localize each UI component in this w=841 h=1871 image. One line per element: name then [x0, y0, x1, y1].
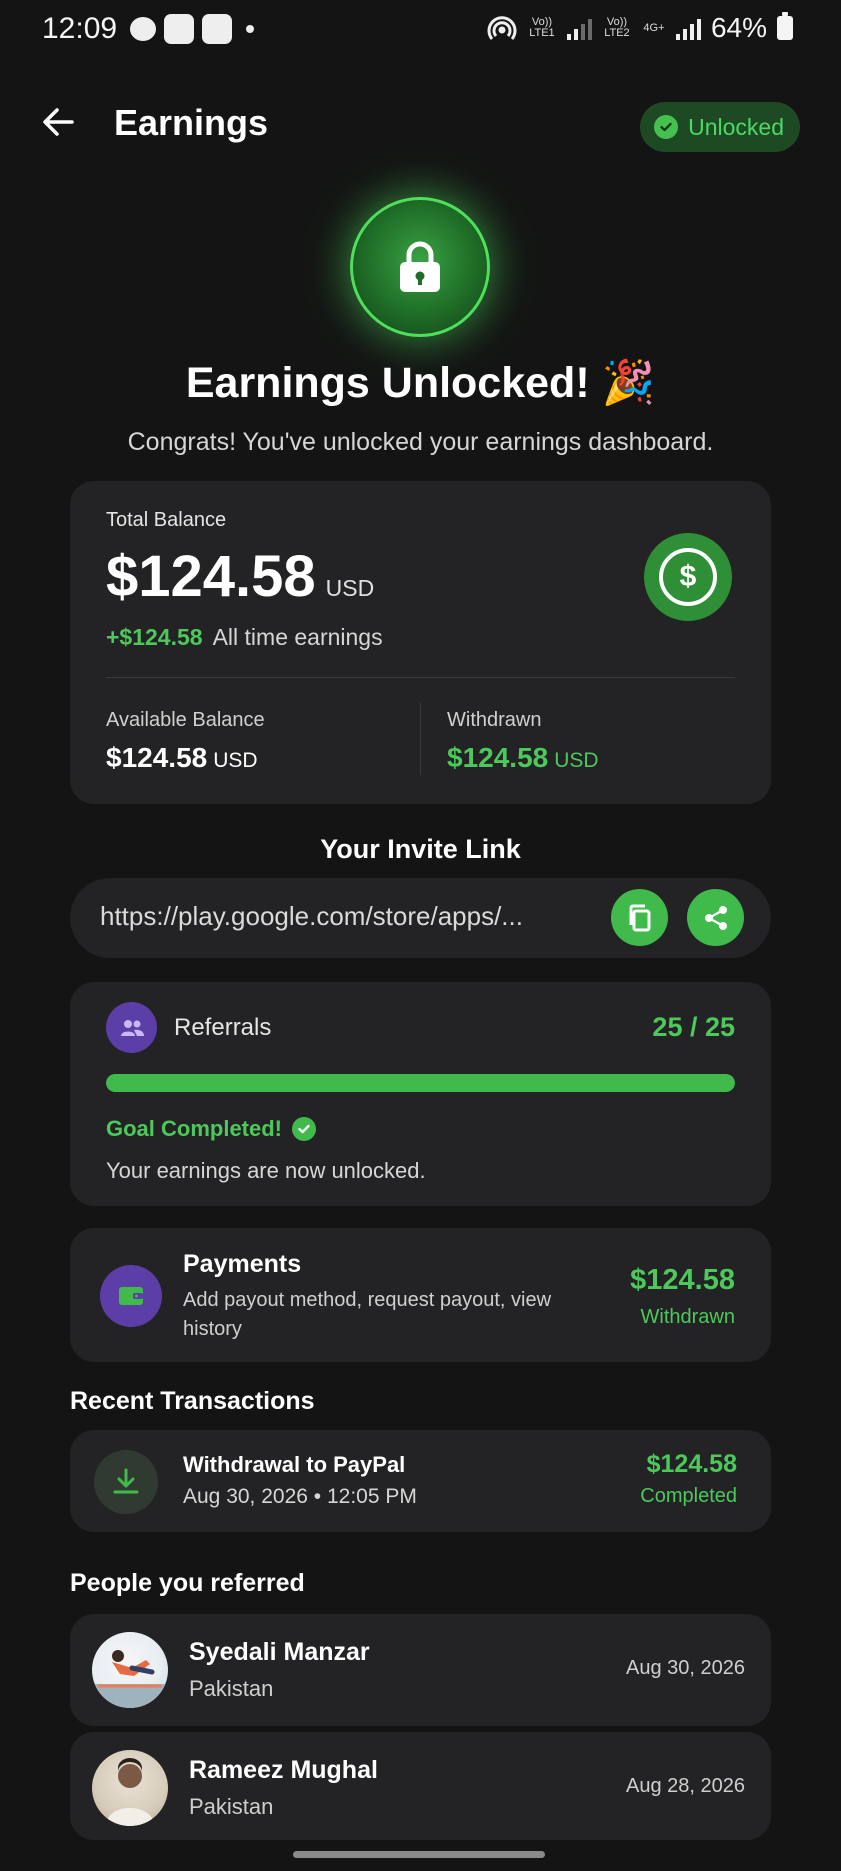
withdrawn-value: $124.58 — [447, 742, 549, 773]
page-title: Earnings — [114, 102, 269, 143]
total-balance-label: Total Balance — [106, 509, 227, 531]
payments-amount: $124.58 — [630, 1264, 735, 1296]
referrals-progress-bar — [106, 1074, 735, 1092]
avatar — [92, 1750, 168, 1826]
app-notification-icon — [202, 14, 232, 44]
referred-person-country: Pakistan — [189, 1794, 274, 1819]
payments-status: Withdrawn — [640, 1306, 735, 1328]
group-icon — [106, 1002, 157, 1053]
invite-link-title: Your Invite Link — [320, 834, 521, 864]
signal-icon — [566, 16, 592, 40]
status-indicators: Vo)) LTE1 Vo)) LTE2 4G+ 64% — [487, 12, 793, 44]
lock-badge — [350, 197, 490, 337]
withdrawn-label: Withdrawn — [447, 709, 542, 731]
status-time: 12:09 — [42, 12, 118, 45]
goal-completed-label: Goal Completed! — [106, 1116, 283, 1141]
dollar-coin-icon: $ — [644, 533, 732, 621]
check-icon — [654, 115, 679, 139]
withdrawn-balance: Withdrawn $124.58 USD — [447, 709, 599, 774]
more-notifications-dot — [246, 25, 254, 33]
invite-link-box: https://play.google.com/store/apps/... — [70, 878, 771, 958]
transaction-status: Completed — [640, 1485, 737, 1507]
transaction-row[interactable]: Withdrawal to PayPal Aug 30, 2026 • 12:0… — [70, 1430, 771, 1532]
earnings-delta-label: All time earnings — [212, 624, 383, 650]
withdrawn-currency: USD — [554, 749, 599, 772]
divider — [420, 703, 421, 775]
referred-person-date: Aug 28, 2026 — [626, 1775, 745, 1797]
hotspot-icon — [487, 16, 517, 40]
unlocked-badge: Unlocked — [640, 102, 800, 152]
sim1-label: Vo)) LTE1 — [529, 16, 555, 39]
hero-subtitle: Congrats! You've unlocked your earnings … — [127, 428, 714, 456]
signal-icon — [675, 16, 701, 40]
referrals-note: Your earnings are now unlocked. — [106, 1158, 426, 1183]
payments-card[interactable]: Payments Add payout method, request payo… — [70, 1228, 771, 1362]
withdrawn-amount: $124.58 USD — [447, 742, 599, 774]
hero-title: Earnings Unlocked! 🎉 — [185, 359, 656, 407]
total-balance-amount: $124.58 USD — [106, 543, 374, 610]
people-referred-title: People you referred — [70, 1569, 305, 1597]
check-icon — [292, 1117, 317, 1141]
recent-transactions-title: Recent Transactions — [70, 1387, 315, 1415]
message-icon — [130, 17, 156, 41]
total-balance-currency: USD — [325, 575, 375, 601]
total-balance-value: $124.58 — [106, 544, 316, 609]
invite-link-url[interactable]: https://play.google.com/store/apps/... — [100, 901, 580, 932]
available-balance-value: $124.58 — [106, 742, 208, 773]
wallet-icon — [100, 1265, 162, 1327]
available-balance-currency: USD — [213, 749, 258, 772]
avatar — [92, 1632, 168, 1708]
referred-person-name: Rameez Mughal — [189, 1756, 378, 1784]
available-balance-amount: $124.58 USD — [106, 742, 265, 774]
referrals-progress-fill — [106, 1074, 735, 1092]
share-icon — [704, 905, 727, 930]
copy-icon — [629, 904, 650, 931]
transaction-title: Withdrawal to PayPal — [183, 1452, 406, 1477]
transaction-amount: $124.58 — [646, 1450, 737, 1478]
referred-person-row[interactable]: Syedali Manzar Pakistan Aug 30, 2026 — [70, 1614, 771, 1726]
home-indicator[interactable] — [293, 1851, 545, 1858]
goal-completed: Goal Completed! — [106, 1116, 317, 1142]
notification-icons — [130, 14, 254, 44]
divider — [106, 677, 735, 678]
copy-link-button[interactable] — [611, 889, 668, 946]
battery-percent: 64% — [710, 12, 767, 43]
referred-person-country: Pakistan — [189, 1676, 274, 1701]
payments-description: Add payout method, request payout, view … — [183, 1289, 552, 1340]
earnings-delta: +$124.58 All time earnings — [106, 624, 383, 651]
referrals-label: Referrals — [174, 1014, 272, 1041]
balance-card: Total Balance $124.58 USD +$124.58 All tim… — [70, 481, 771, 804]
earnings-delta-value: +$124.58 — [106, 624, 203, 650]
share-link-button[interactable] — [687, 889, 744, 946]
referred-person-name: Syedali Manzar — [189, 1638, 370, 1666]
referrals-count: 25 / 25 — [652, 1012, 735, 1042]
referred-person-date: Aug 30, 2026 — [626, 1657, 745, 1679]
sim2-label: Vo)) LTE2 — [604, 16, 630, 39]
available-balance: Available Balance $124.58 USD — [106, 709, 265, 774]
back-arrow-icon[interactable] — [40, 104, 76, 140]
download-icon — [94, 1450, 158, 1514]
unlocked-badge-label: Unlocked — [688, 113, 784, 140]
battery-icon — [777, 12, 793, 40]
app-notification-icon — [164, 14, 194, 44]
referrals-card: Referrals 25 / 25 Goal Completed! Your e… — [70, 982, 771, 1206]
transaction-date: Aug 30, 2026 • 12:05 PM — [183, 1485, 417, 1508]
available-balance-label: Available Balance — [106, 709, 265, 731]
lock-icon — [400, 241, 440, 292]
referred-person-row[interactable]: Rameez Mughal Pakistan Aug 28, 2026 — [70, 1732, 771, 1840]
network-type: 4G+ — [643, 21, 665, 34]
payments-title: Payments — [183, 1250, 302, 1278]
